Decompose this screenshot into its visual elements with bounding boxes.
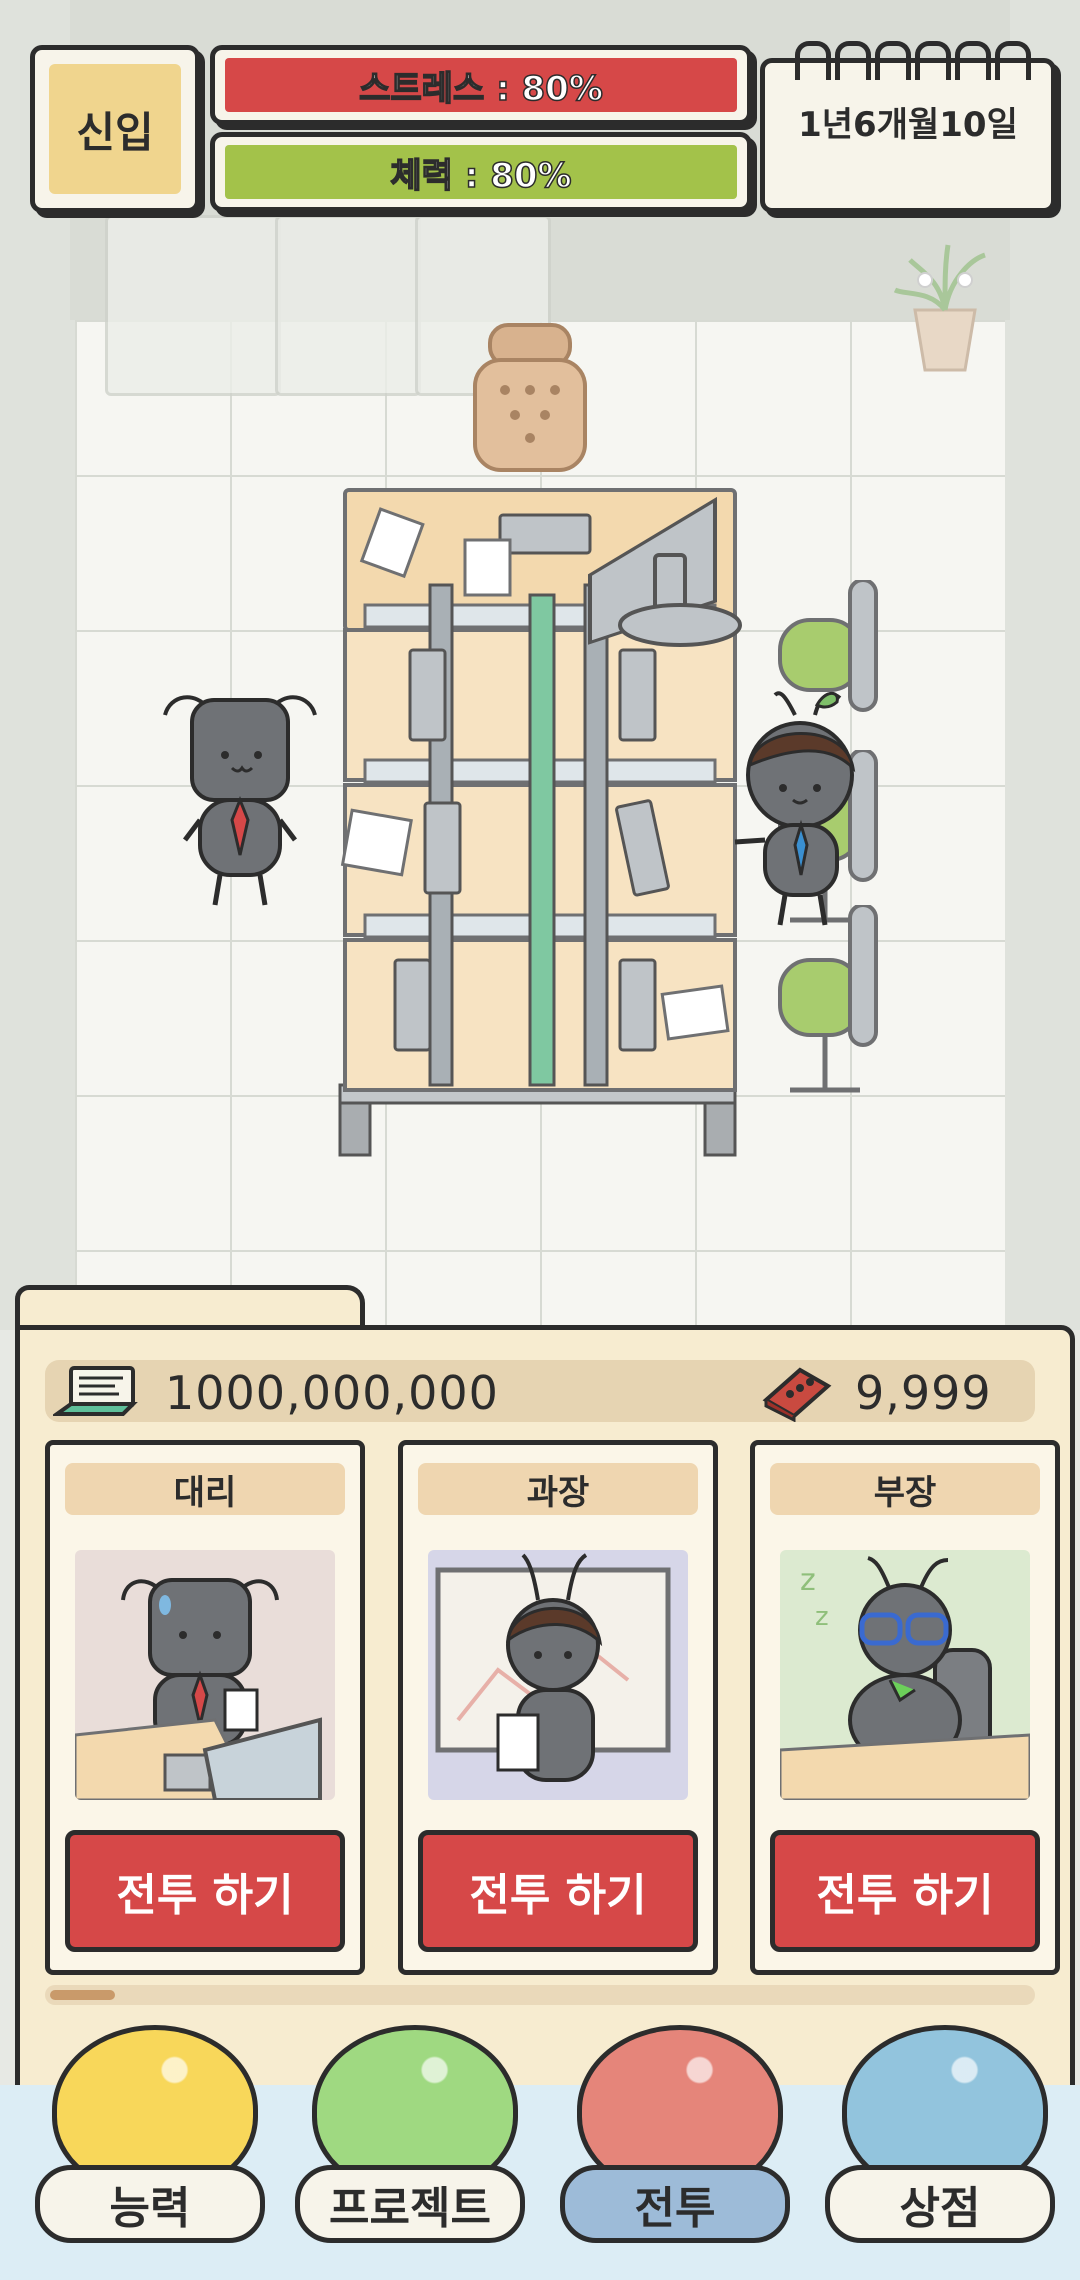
stress-bar: 스트레스 : 80% [210,45,752,125]
brick-amount: 9,999 [855,1366,992,1420]
calendar-ring-icon [955,41,991,80]
battle-button[interactable]: 전투 하기 [418,1830,698,1952]
card-title: 과장 [418,1463,698,1515]
svg-text:z: z [800,1563,816,1598]
card-scrollbar[interactable] [45,1985,1035,2005]
date-text: 1년6개월10일 [798,105,1018,145]
calendar-date: 1년6개월10일 [760,41,1056,213]
printer-cabinet [105,215,281,396]
potted-plant [890,240,1000,380]
nav-project-label: 프로젝트 [295,2165,525,2243]
svg-text:z: z [815,1602,829,1632]
stamina-bar-track: 체력 : 80% [225,145,737,199]
currency-bar: 1000,000,000 9,999 [45,1360,1035,1424]
opponent-card-deputy[interactable]: 대리 전투 하기 [45,1440,365,1975]
nervous-ant-portrait [75,1550,335,1800]
rank-label: 신입 [49,64,181,194]
opponent-card-director[interactable]: 부장 z z 전투 하기 [750,1440,1060,1975]
brick-icon [760,1362,834,1426]
storage-cabinet [275,215,421,396]
player-ant-character[interactable] [160,690,320,920]
stamina-bar: 체력 : 80% [210,132,752,212]
nav-battle-label: 전투 [560,2165,790,2243]
battle-button[interactable]: 전투 하기 [770,1830,1040,1952]
calendar-ring-icon [875,41,911,80]
sleeping-ant-portrait: z z [780,1550,1030,1800]
nav-ability-label: 능력 [35,2165,265,2243]
card-title: 대리 [65,1463,345,1515]
calendar-ring-icon [915,41,951,80]
money-amount: 1000,000,000 [165,1366,499,1420]
rank-badge: 신입 [30,45,200,213]
calendar-ring-icon [795,41,831,80]
thinking-ant-portrait [428,1550,688,1800]
card-scrollbar-thumb[interactable] [50,1990,115,2000]
stress-label: 스트레스 : 80% [358,68,603,110]
coworker-ant-character[interactable] [725,690,875,940]
opponent-card-manager[interactable]: 과장 전투 하기 [398,1440,718,1975]
desk-cluster [335,485,745,1165]
stamina-label: 체력 : 80% [390,155,573,197]
nav-shop-label: 상점 [825,2165,1055,2243]
battle-button[interactable]: 전투 하기 [65,1830,345,1952]
laptop-icon [50,1364,141,1424]
stress-bar-track: 스트레스 : 80% [225,58,737,112]
calendar-ring-icon [995,41,1031,80]
boss-chair [460,320,600,490]
card-title: 부장 [770,1463,1040,1515]
calendar-ring-icon [835,41,871,80]
